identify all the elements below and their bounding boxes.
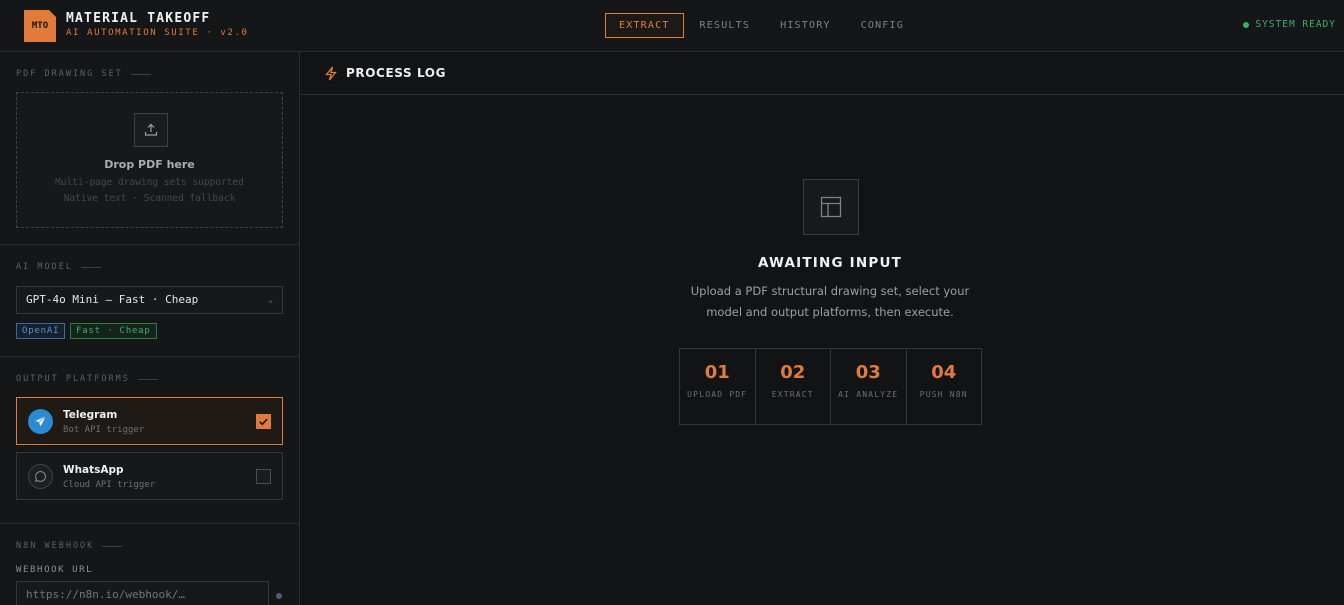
model-select-value: GPT-4o Mini — Fast · Cheap — [26, 293, 199, 306]
status-text: SYSTEM READY — [1255, 19, 1336, 30]
section-divider — [80, 266, 101, 268]
section-label-text: PDF DRAWING SET — [16, 69, 123, 79]
section-divider — [137, 378, 158, 380]
step-label: PUSH N8N — [919, 390, 968, 399]
webhook-status-dot-icon — [276, 593, 282, 599]
platform-name: Telegram — [63, 409, 118, 421]
whatsapp-icon — [28, 464, 53, 489]
chevron-down-icon: ⌄ — [268, 295, 273, 304]
whatsapp-checkbox[interactable] — [256, 469, 271, 484]
sidebar: PDF DRAWING SET Drop PDF here Multi-page… — [0, 52, 300, 605]
step-upload: 01 UPLOAD PDF — [680, 349, 756, 424]
layout-icon — [803, 179, 859, 235]
section-divider — [102, 545, 123, 547]
step-number: 03 — [855, 362, 881, 383]
main-nav: EXTRACT RESULTS HISTORY CONFIG — [605, 13, 920, 38]
platform-desc: Cloud API trigger — [63, 480, 156, 490]
section-label-pdf: PDF DRAWING SET — [16, 69, 151, 79]
webhook-url-input[interactable] — [16, 581, 269, 605]
platform-desc: Bot API trigger — [63, 425, 145, 435]
model-select[interactable]: GPT-4o Mini — Fast · Cheap ⌄ — [16, 286, 283, 314]
platform-telegram[interactable]: Telegram Bot API trigger — [16, 397, 283, 445]
bolt-icon — [325, 66, 337, 81]
drop-title: Drop PDF here — [104, 158, 195, 171]
app-logo: MTO — [24, 10, 56, 42]
telegram-checkbox[interactable] — [256, 414, 271, 429]
system-status: SYSTEM READY — [1243, 19, 1336, 30]
awaiting-title: AWAITING INPUT — [757, 255, 903, 271]
panel-title: PROCESS LOG — [346, 66, 447, 80]
telegram-icon — [28, 409, 53, 434]
app-header: MTO MATERIAL TAKEOFF AI AUTOMATION SUITE… — [0, 0, 1344, 52]
tab-extract[interactable]: EXTRACT — [605, 13, 684, 38]
awaiting-desc-2: model and output platforms, then execute… — [706, 305, 954, 319]
step-label: AI ANALYZE — [838, 390, 899, 399]
section-divider — [130, 73, 151, 75]
step-label: EXTRACT — [771, 390, 814, 399]
step-push: 04 PUSH N8N — [907, 349, 982, 424]
speed-badge: Fast · Cheap — [70, 323, 157, 339]
platform-whatsapp[interactable]: WhatsApp Cloud API trigger — [16, 452, 283, 500]
section-label-text: N8N WEBHOOK — [16, 541, 95, 551]
pipeline-steps: 01 UPLOAD PDF 02 EXTRACT 03 AI ANALYZE 0… — [679, 348, 982, 425]
section-label-webhook: N8N WEBHOOK — [16, 541, 123, 551]
step-extract: 02 EXTRACT — [756, 349, 831, 424]
platform-name: WhatsApp — [63, 464, 124, 476]
tab-history[interactable]: HISTORY — [766, 13, 845, 38]
tab-results[interactable]: RESULTS — [686, 13, 765, 38]
app-title: MATERIAL TAKEOFF — [66, 11, 211, 26]
pdf-section: PDF DRAWING SET Drop PDF here Multi-page… — [0, 52, 299, 245]
pdf-dropzone[interactable]: Drop PDF here Multi-page drawing sets su… — [16, 92, 283, 228]
drop-hint-1: Multi-page drawing sets supported — [55, 177, 244, 188]
step-number: 04 — [931, 362, 957, 383]
awaiting-desc-1: Upload a PDF structural drawing set, sel… — [690, 284, 970, 298]
upload-icon — [134, 113, 168, 147]
section-label-platforms: OUTPUT PLATFORMS — [16, 374, 158, 384]
status-dot-icon — [1243, 21, 1250, 28]
drop-hint-2: Native text · Scanned fallback — [63, 193, 236, 204]
logo-text: MTO — [31, 21, 49, 31]
step-number: 01 — [704, 362, 730, 383]
step-number: 02 — [780, 362, 806, 383]
section-label-model: AI MODEL — [16, 262, 101, 272]
section-label-text: AI MODEL — [16, 262, 73, 272]
webhook-url-label: WEBHOOK URL — [16, 565, 94, 575]
step-analyze: 03 AI ANALYZE — [831, 349, 907, 424]
provider-badge: OpenAI — [16, 323, 66, 339]
step-label: UPLOAD PDF — [687, 390, 748, 399]
section-label-text: OUTPUT PLATFORMS — [16, 374, 130, 384]
tab-config[interactable]: CONFIG — [847, 13, 918, 38]
app-subtitle: AI AUTOMATION SUITE · v2.0 — [66, 28, 249, 38]
panel-header: PROCESS LOG — [300, 52, 1344, 95]
process-log-panel: PROCESS LOG AWAITING INPUT Upload a PDF … — [300, 52, 1344, 605]
